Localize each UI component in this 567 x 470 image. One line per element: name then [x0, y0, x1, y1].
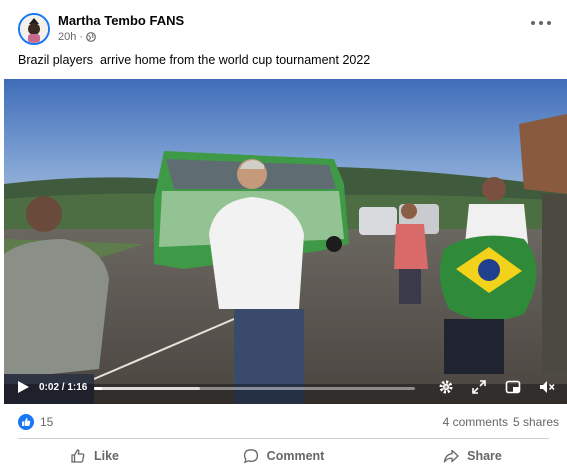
picture-in-picture-icon[interactable] — [505, 379, 521, 395]
comment-bubble-icon — [243, 449, 258, 464]
video-player[interactable]: 0:02 / 1:16 — [4, 79, 567, 404]
page-avatar[interactable] — [18, 13, 50, 45]
volume-muted-icon[interactable] — [539, 379, 555, 395]
share-count[interactable]: 5 shares — [513, 415, 559, 429]
author-name[interactable]: Martha Tembo FANS — [58, 13, 184, 28]
video-frame — [4, 79, 567, 404]
video-controls: 0:02 / 1:16 — [4, 370, 567, 404]
video-progress-bar[interactable] — [94, 387, 415, 390]
thumbs-up-icon — [71, 449, 85, 463]
post-card: Martha Tembo FANS 20h · Brazil players a… — [0, 0, 567, 470]
like-button[interactable]: Like — [0, 442, 189, 470]
comment-label: Comment — [266, 449, 325, 463]
video-time: 0:02 / 1:16 — [39, 382, 88, 393]
fullscreen-expand-icon[interactable] — [471, 379, 487, 395]
share-arrow-icon — [443, 449, 459, 463]
divider — [18, 438, 549, 439]
share-label: Share — [467, 449, 502, 463]
post-caption: Brazil players arrive home from the worl… — [18, 53, 371, 67]
post-time[interactable]: 20h — [58, 31, 76, 43]
video-progress-fill — [94, 387, 103, 390]
share-button[interactable]: Share — [378, 442, 567, 470]
play-icon[interactable] — [16, 380, 30, 394]
comment-count[interactable]: 4 comments — [443, 415, 508, 429]
engagement-counts: 4 comments 5 shares — [443, 415, 559, 429]
like-reaction-icon[interactable] — [18, 414, 34, 430]
more-horizontal-icon[interactable] — [531, 17, 551, 29]
video-buffered — [94, 387, 200, 390]
post-actions: Like Comment Share — [0, 442, 567, 470]
comment-button[interactable]: Comment — [189, 442, 378, 470]
like-label: Like — [93, 449, 119, 463]
globe-icon — [86, 32, 96, 42]
like-count[interactable]: 15 — [40, 415, 53, 429]
post-stats: 15 4 comments 5 shares — [18, 412, 559, 432]
meta-separator: · — [79, 31, 84, 43]
post-meta: 20h · — [58, 31, 96, 43]
post-header: Martha Tembo FANS 20h · — [18, 13, 567, 49]
settings-gear-icon[interactable] — [438, 379, 454, 395]
